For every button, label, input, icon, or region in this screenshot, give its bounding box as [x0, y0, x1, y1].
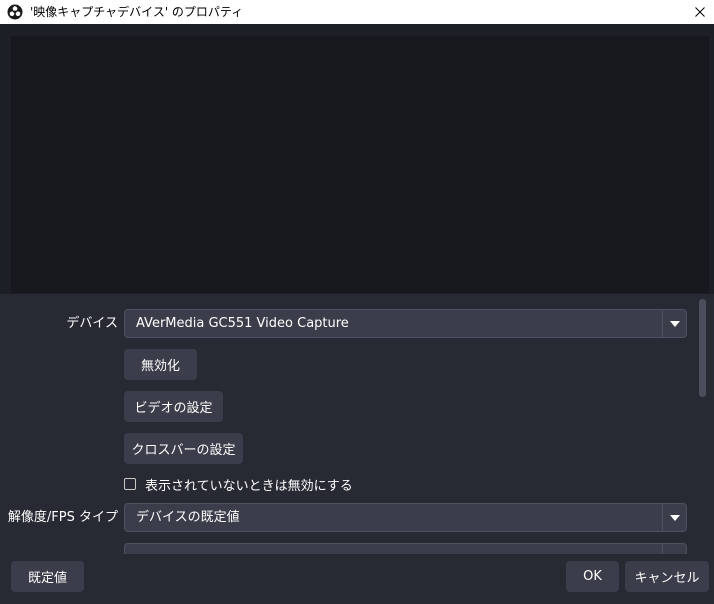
- hide-deactivate-checkbox[interactable]: [124, 478, 136, 490]
- device-select[interactable]: AVerMedia GC551 Video Capture: [124, 309, 687, 338]
- properties-scrollbar[interactable]: [698, 296, 707, 548]
- close-icon[interactable]: [686, 0, 714, 24]
- triangle-down-icon[interactable]: [662, 544, 686, 554]
- obs-logo-icon: [7, 4, 23, 20]
- video-preview: [11, 36, 709, 293]
- hide-deactivate-row[interactable]: 表示されていないときは無効にする: [124, 476, 353, 494]
- resolution-select[interactable]: [124, 543, 687, 554]
- properties-dialog: '映像キャプチャデバイス' のプロパティ デバイス AVerMedia GC55…: [0, 0, 714, 604]
- res-fps-label: 解像度/FPS タイプ: [7, 510, 118, 525]
- cancel-button[interactable]: キャンセル: [625, 561, 709, 592]
- window-title: '映像キャプチャデバイス' のプロパティ: [30, 5, 244, 19]
- scrollbar-thumb[interactable]: [699, 299, 706, 397]
- device-label: デバイス: [66, 316, 118, 331]
- deactivate-button[interactable]: 無効化: [124, 349, 197, 380]
- ok-button[interactable]: OK: [566, 561, 619, 592]
- crossbar-settings-button[interactable]: クロスバーの設定: [124, 433, 243, 464]
- triangle-down-icon[interactable]: [662, 504, 686, 531]
- properties-list: デバイス AVerMedia GC551 Video Capture 無効化 ビ…: [0, 294, 714, 554]
- hide-deactivate-label: 表示されていないときは無効にする: [145, 478, 353, 494]
- title-bar: '映像キャプチャデバイス' のプロパティ: [0, 0, 714, 24]
- triangle-down-icon[interactable]: [662, 310, 686, 337]
- device-select-value: AVerMedia GC551 Video Capture: [136, 316, 349, 331]
- res-fps-select-value: デバイスの既定値: [136, 510, 240, 525]
- defaults-button[interactable]: 既定値: [11, 561, 84, 592]
- video-settings-button[interactable]: ビデオの設定: [124, 391, 223, 422]
- preview-panel: [0, 24, 714, 294]
- res-fps-select[interactable]: デバイスの既定値: [124, 503, 687, 532]
